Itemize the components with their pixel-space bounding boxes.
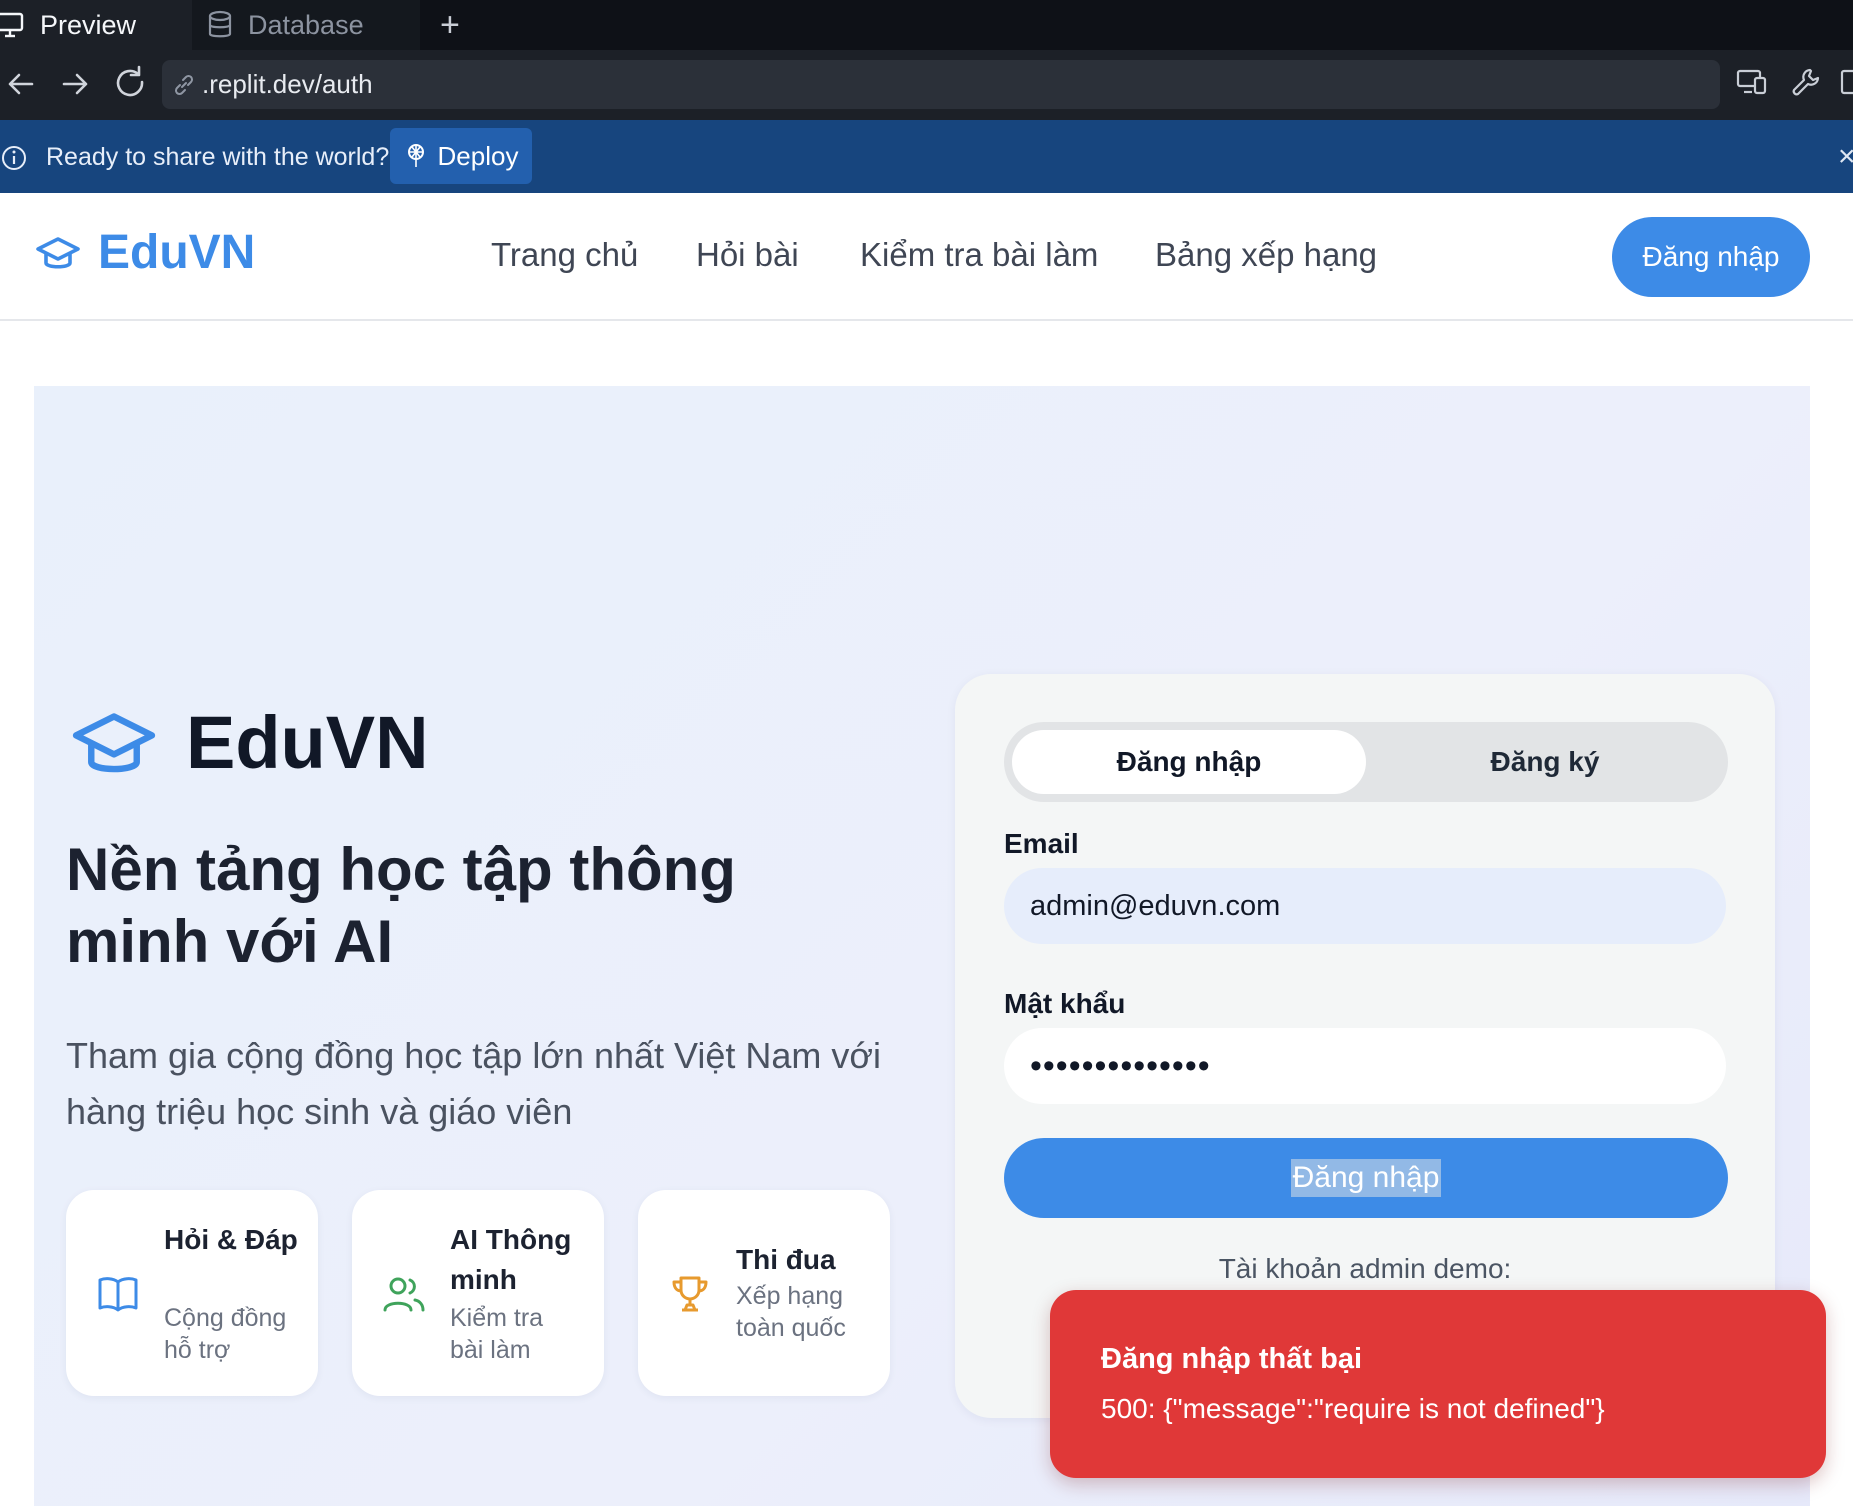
reload-icon[interactable]	[114, 62, 148, 106]
hero-brand: EduVN	[68, 700, 429, 785]
password-label: Mật khẩu	[1004, 988, 1126, 1019]
database-icon	[208, 10, 232, 38]
feature-card-ai-thong-minh: AI Thông minh Kiểm tra bài làm	[352, 1190, 604, 1396]
feature-desc: Xếp hạng toàn quốc	[736, 1282, 846, 1342]
nav-link-hoi-bai[interactable]: Hỏi bài	[696, 236, 799, 274]
feature-card-thi-dua: Thi đua Xếp hạng toàn quốc	[638, 1190, 890, 1396]
feature-desc: Kiểm tra bài làm	[450, 1304, 544, 1364]
nav-link-kiem-tra-bai-lam[interactable]: Kiểm tra bài làm	[860, 236, 1098, 274]
new-tab-button[interactable]: +	[440, 0, 460, 50]
login-submit-label: Đăng nhập	[1290, 1159, 1442, 1197]
wrench-icon[interactable]	[1790, 66, 1822, 98]
back-arrow-icon[interactable]	[6, 62, 36, 106]
feature-desc: Cộng đồng hỗ trợ	[164, 1304, 287, 1364]
deploy-button-label: Deploy	[437, 140, 519, 171]
error-toast[interactable]	[1050, 1290, 1826, 1478]
nav-link-trang-chu[interactable]: Trang chủ	[491, 236, 638, 274]
error-toast-title: Đăng nhập thất bại	[1101, 1343, 1362, 1375]
users-icon	[383, 1277, 425, 1312]
header-brand-link[interactable]: EduVN	[34, 225, 255, 280]
hero-title: Nền tảng học tập thông minh với AI	[66, 836, 736, 975]
tab-preview[interactable]: Preview	[0, 0, 192, 50]
panel-icon[interactable]	[1840, 66, 1853, 98]
trophy-icon	[672, 1276, 708, 1312]
url-text: .replit.dev/auth	[202, 69, 373, 99]
monitor-icon	[0, 12, 24, 38]
tab-database[interactable]: Database	[192, 0, 420, 50]
feature-title: Hỏi & Đáp	[164, 1224, 298, 1255]
forward-arrow-icon[interactable]	[60, 62, 90, 106]
tab-login[interactable]: Đăng nhập	[1012, 730, 1366, 794]
email-field[interactable]	[1004, 868, 1726, 944]
feature-title: Thi đua	[736, 1244, 836, 1275]
error-toast-message: 500: {"message":"require is not defined"…	[1101, 1393, 1605, 1424]
tab-preview-label: Preview	[40, 9, 137, 40]
feature-title: AI Thông minh	[450, 1224, 572, 1295]
hero-brand-text: EduVN	[186, 701, 429, 784]
email-label: Email	[1004, 828, 1079, 859]
feature-card-hoi-dap: Hỏi & Đáp Cộng đồng hỗ trợ	[66, 1190, 318, 1396]
url-field[interactable]: .replit.dev/auth	[162, 60, 1720, 109]
deploy-banner-message: Ready to share with the world?	[46, 143, 390, 171]
tab-database-label: Database	[248, 9, 364, 40]
graduation-cap-icon	[36, 236, 80, 269]
deploy-banner-close-button[interactable]: ×	[1838, 140, 1853, 174]
nav-link-bang-xep-hang[interactable]: Bảng xếp hạng	[1155, 236, 1377, 274]
info-icon	[2, 146, 26, 170]
demo-account-label: Tài khoản admin demo:	[1218, 1253, 1512, 1284]
devices-icon[interactable]	[1736, 66, 1768, 98]
deploy-button[interactable]: Deploy	[390, 128, 532, 184]
header-login-button[interactable]: Đăng nhập	[1612, 217, 1810, 297]
deploy-icon	[407, 144, 424, 167]
password-field[interactable]	[1004, 1028, 1726, 1104]
header-brand-text: EduVN	[98, 226, 256, 279]
tab-register[interactable]: Đăng ký	[1370, 730, 1720, 794]
login-submit-button[interactable]: Đăng nhập	[1004, 1138, 1728, 1218]
graduation-cap-icon	[72, 712, 156, 772]
book-open-icon	[98, 1277, 138, 1312]
link-icon	[174, 74, 194, 95]
hero-subtitle: Tham gia cộng đồng học tập lớn nhất Việt…	[66, 1035, 882, 1132]
